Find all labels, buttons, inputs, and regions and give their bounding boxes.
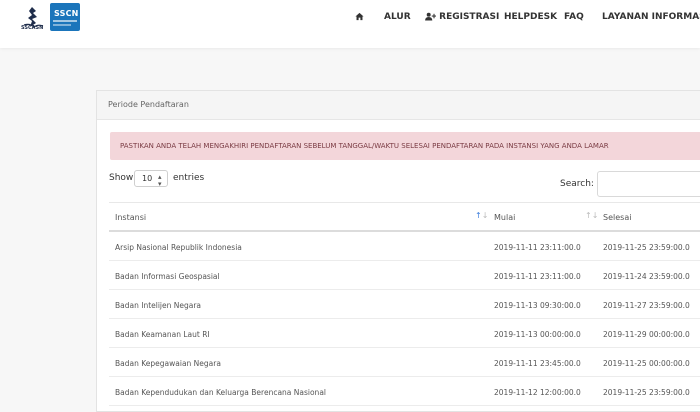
home-icon xyxy=(355,12,364,21)
sort-asc-icon[interactable]: ↑↓ xyxy=(475,212,488,220)
cell-instansi: Badan Kepegawaian Negara xyxy=(115,359,221,368)
cell-mulai: 2019-11-11 23:11:00.0 xyxy=(494,272,581,281)
entries-select[interactable]: 10 ▴ ▾ xyxy=(134,170,168,188)
cell-instansi: Arsip Nasional Republik Indonesia xyxy=(115,243,242,252)
table-header: Instansi ↑↓ Mulai ↑↓ Selesai xyxy=(109,202,700,232)
cell-selesai: 2019-11-25 23:59:00.0 xyxy=(603,243,690,252)
table-row[interactable]: Badan Intelijen Negara 2019-11-13 09:30:… xyxy=(109,290,700,319)
panel-title: Periode Pendaftaran xyxy=(108,100,189,109)
nav-alur[interactable]: ALUR xyxy=(384,12,411,22)
entries-select-value: 10 xyxy=(142,174,153,183)
nav-registrasi-label: REGISTRASI xyxy=(439,12,500,22)
nav-layanan-informasi[interactable]: LAYANAN INFORMASI xyxy=(602,12,700,22)
sscn-logo-text: SSCN xyxy=(54,9,79,18)
sort-icon[interactable]: ↑↓ xyxy=(585,212,598,220)
nav-home[interactable] xyxy=(355,12,364,22)
column-header-instansi[interactable]: Instansi xyxy=(115,213,146,222)
cell-mulai: 2019-11-11 23:11:00.0 xyxy=(494,243,581,252)
search-input[interactable] xyxy=(597,171,700,197)
table-row[interactable]: Badan Kepegawaian Negara 2019-11-11 23:4… xyxy=(109,348,700,377)
sscn-logo[interactable]: SSCN xyxy=(50,3,80,31)
cell-selesai: 2019-11-24 23:59:00.0 xyxy=(603,272,690,281)
search-label: Search: xyxy=(560,179,594,189)
registration-period-panel: Periode Pendaftaran PASTIKAN ANDA TELAH … xyxy=(96,90,700,412)
sscasn-logo-text: SSCASN xyxy=(21,25,44,31)
cell-instansi: Badan Keamanan Laut RI xyxy=(115,330,210,339)
updown-caret-icon: ▴ ▾ xyxy=(158,173,162,188)
warning-alert: PASTIKAN ANDA TELAH MENGAKHIRI PENDAFTAR… xyxy=(110,132,700,160)
nav-registrasi[interactable]: REGISTRASI xyxy=(425,12,499,22)
panel-heading: Periode Pendaftaran xyxy=(97,91,700,120)
sscn-logo-stripe xyxy=(53,20,77,22)
table-row[interactable]: Badan Keamanan Laut RI 2019-11-13 00:00:… xyxy=(109,319,700,348)
entries-label: entries xyxy=(173,173,205,183)
table-row[interactable]: Badan Informasi Geospasial 2019-11-11 23… xyxy=(109,261,700,290)
cell-mulai: 2019-11-13 09:30:00.0 xyxy=(494,301,581,310)
cell-selesai: 2019-11-25 00:00:00.0 xyxy=(603,359,690,368)
cell-selesai: 2019-11-27 23:59:00.0 xyxy=(603,301,690,310)
user-plus-icon xyxy=(425,12,436,21)
table-row[interactable]: Arsip Nasional Republik Indonesia 2019-1… xyxy=(109,232,700,261)
cell-instansi: Badan Informasi Geospasial xyxy=(115,272,220,281)
cell-mulai: 2019-11-11 23:45:00.0 xyxy=(494,359,581,368)
sscn-logo-stripe xyxy=(53,24,71,26)
cell-mulai: 2019-11-13 00:00:00.0 xyxy=(494,330,581,339)
alert-text: PASTIKAN ANDA TELAH MENGAKHIRI PENDAFTAR… xyxy=(120,142,609,150)
top-navbar: SSCASN SSCN ALUR REGISTRASI HELPDESK FAQ… xyxy=(0,0,700,48)
cell-instansi: Badan Intelijen Negara xyxy=(115,301,202,310)
table-row[interactable]: Badan Kependudukan dan Keluarga Berencan… xyxy=(109,377,700,406)
show-label: Show xyxy=(109,173,134,183)
column-header-mulai[interactable]: Mulai xyxy=(494,213,515,222)
column-header-selesai[interactable]: Selesai xyxy=(603,213,631,222)
nav-faq[interactable]: FAQ xyxy=(564,12,584,22)
cell-selesai: 2019-11-29 00:00:00.0 xyxy=(603,330,690,339)
nav-helpdesk[interactable]: HELPDESK xyxy=(504,12,557,22)
